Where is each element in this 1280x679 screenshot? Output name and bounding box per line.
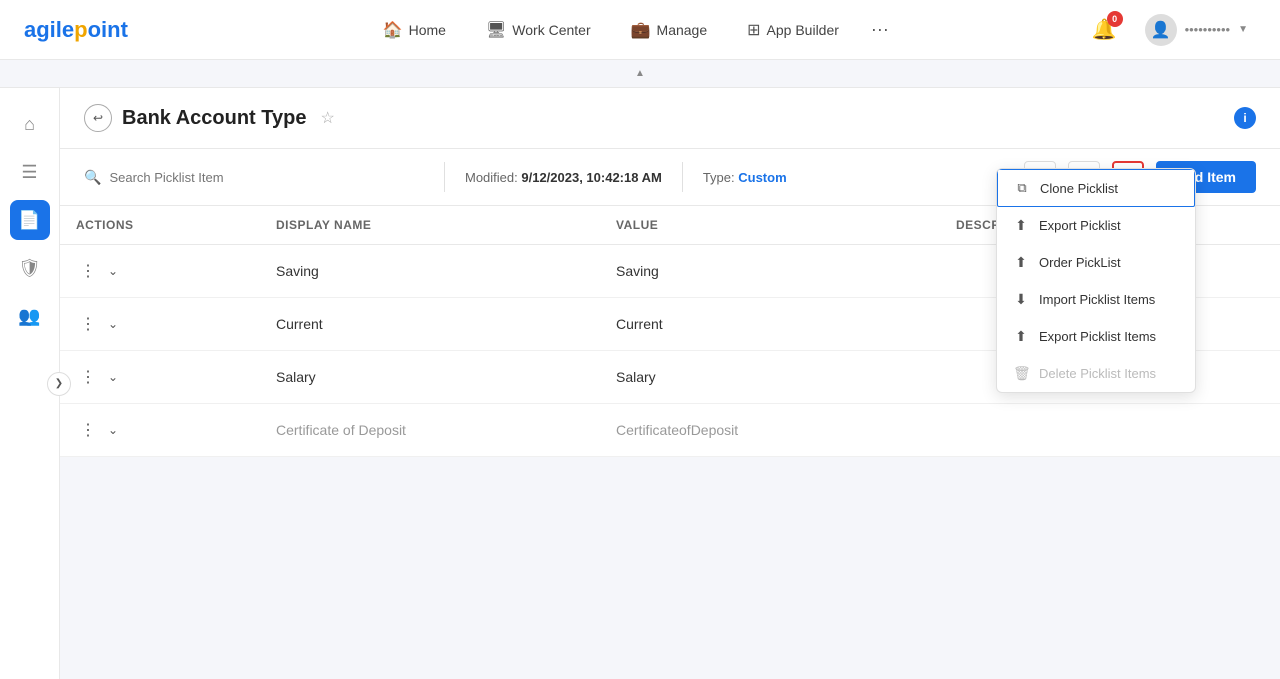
sidebar-item-document[interactable]: 📄 <box>10 200 50 240</box>
order-icon: ⬆ <box>1013 254 1029 271</box>
display-name-cell-2: Salary <box>260 351 600 404</box>
page-title: Bank Account Type <box>122 107 306 130</box>
dropdown-item-label-import-items: Import Picklist Items <box>1039 292 1155 307</box>
collapse-up-arrow[interactable]: ▲ <box>623 64 657 83</box>
nav-appbuilder-label: App Builder <box>767 22 839 38</box>
sidebar-item-home[interactable]: ⌂ <box>10 104 50 144</box>
col-display-name: DISPLAY NAME <box>260 206 600 245</box>
row-expand-icon-3[interactable]: ⌄ <box>104 421 122 439</box>
sidebar-item-users[interactable]: 👥 <box>10 296 50 336</box>
nav-right: 🔔 0 👤 •••••••••• ▼ <box>1088 10 1256 50</box>
sidebar-collapse-button[interactable]: ❯ <box>47 372 71 396</box>
favorite-star-icon[interactable]: ☆ <box>320 108 334 128</box>
top-collapse-bar: ▲ <box>0 60 1280 88</box>
user-menu[interactable]: 👤 •••••••••• ▼ <box>1137 10 1256 50</box>
back-button[interactable]: ↩ <box>84 104 112 132</box>
dropdown-item-label-clone: Clone Picklist <box>1040 181 1118 196</box>
toolbar-divider-2 <box>682 162 683 192</box>
dropdown-item-import-items[interactable]: ⬇ Import Picklist Items <box>997 281 1195 318</box>
toolbar-divider-1 <box>444 162 445 192</box>
dropdown-item-label-order: Order PickList <box>1039 255 1121 270</box>
nav-home[interactable]: 🏠 Home <box>367 12 462 48</box>
nav-workcenter-label: Work Center <box>512 22 590 38</box>
row-expand-icon-0[interactable]: ⌄ <box>104 262 122 280</box>
action-cell-3: ⋮ ⌄ <box>60 404 260 457</box>
nav-home-label: Home <box>409 22 446 38</box>
dropdown-item-export-items[interactable]: ⬆ Export Picklist Items <box>997 318 1195 355</box>
export-items-icon: ⬆ <box>1013 328 1029 345</box>
action-cell-0: ⋮ ⌄ <box>60 245 260 298</box>
row-more-icon-2[interactable]: ⋮ <box>76 365 100 389</box>
nav-workcenter[interactable]: 🖥 Work Center <box>470 12 607 48</box>
top-navigation: agilepoint 🏠 Home 🖥 Work Center 💼 Manage… <box>0 0 1280 60</box>
dropdown-item-order[interactable]: ⬆ Order PickList <box>997 244 1195 281</box>
nav-items: 🏠 Home 🖥 Work Center 💼 Manage ⊞ App Buil… <box>176 12 1088 48</box>
value-cell-0: Saving <box>600 245 940 298</box>
workcenter-icon: 🖥 <box>486 20 506 40</box>
table-row: ⋮ ⌄ Certificate of Deposit Certificateof… <box>60 404 1280 457</box>
nav-more-button[interactable]: ··· <box>863 15 897 44</box>
appbuilder-icon: ⊞ <box>747 20 760 40</box>
import-items-icon: ⬇ <box>1013 291 1029 308</box>
dropdown-item-label-export-items: Export Picklist Items <box>1039 329 1156 344</box>
notification-button[interactable]: 🔔 0 <box>1088 13 1121 46</box>
col-actions: ACTIONS <box>60 206 260 245</box>
user-name: •••••••••• <box>1185 22 1231 37</box>
sidebar-item-shield[interactable]: 🛡 <box>10 248 50 288</box>
row-more-icon-3[interactable]: ⋮ <box>76 418 100 442</box>
dropdown-item-label-delete-items: Delete Picklist Items <box>1039 366 1156 381</box>
nav-manage-label: Manage <box>657 22 708 38</box>
dropdown-item-label-export: Export Picklist <box>1039 218 1121 233</box>
dropdown-item-clone[interactable]: ⧉ Clone Picklist <box>997 169 1195 207</box>
info-button[interactable]: i <box>1234 107 1256 129</box>
delete-items-icon: 🗑 <box>1013 365 1029 382</box>
row-more-icon-1[interactable]: ⋮ <box>76 312 100 336</box>
row-expand-icon-1[interactable]: ⌄ <box>104 315 122 333</box>
row-more-icon-0[interactable]: ⋮ <box>76 259 100 283</box>
action-cell-1: ⋮ ⌄ <box>60 298 260 351</box>
type-info: Type: Custom <box>703 170 787 185</box>
search-input[interactable] <box>109 170 369 185</box>
chevron-down-icon: ▼ <box>1238 24 1248 35</box>
row-expand-icon-2[interactable]: ⌄ <box>104 368 122 386</box>
value-cell-1: Current <box>600 298 940 351</box>
description-cell-3 <box>940 404 1280 457</box>
dropdown-item-export[interactable]: ⬆ Export Picklist <box>997 207 1195 244</box>
clone-icon: ⧉ <box>1014 180 1030 196</box>
home-icon: 🏠 <box>383 20 403 40</box>
notification-badge: 0 <box>1107 11 1123 27</box>
sidebar: ⌂ ☰ 📄 🛡 👥 ❯ <box>0 88 60 679</box>
search-container: 🔍 <box>84 169 424 186</box>
display-name-cell-0: Saving <box>260 245 600 298</box>
action-cell-2: ⋮ ⌄ <box>60 351 260 404</box>
export-icon: ⬆ <box>1013 217 1029 234</box>
dropdown-menu: ⧉ Clone Picklist ⬆ Export Picklist ⬆ Order Pi… <box>996 168 1196 393</box>
modified-info: Modified: 9/12/2023, 10:42:18 AM <box>465 170 662 185</box>
value-cell-2: Salary <box>600 351 940 404</box>
sidebar-item-list[interactable]: ☰ <box>10 152 50 192</box>
avatar: 👤 <box>1145 14 1177 46</box>
manage-icon: 💼 <box>631 20 651 40</box>
nav-manage[interactable]: 💼 Manage <box>615 12 724 48</box>
page-title-area: ↩ Bank Account Type ☆ <box>84 104 335 132</box>
nav-appbuilder[interactable]: ⊞ App Builder <box>731 12 855 48</box>
search-icon: 🔍 <box>84 169 101 186</box>
logo[interactable]: agilepoint <box>24 17 128 43</box>
dropdown-item-delete-items: 🗑 Delete Picklist Items <box>997 355 1195 392</box>
logo-text: agilepoint <box>24 17 128 43</box>
page-header: ↩ Bank Account Type ☆ i <box>60 88 1280 149</box>
col-value: VALUE <box>600 206 940 245</box>
display-name-cell-1: Current <box>260 298 600 351</box>
value-cell-3: CertificateofDeposit <box>600 404 940 457</box>
display-name-cell-3: Certificate of Deposit <box>260 404 600 457</box>
